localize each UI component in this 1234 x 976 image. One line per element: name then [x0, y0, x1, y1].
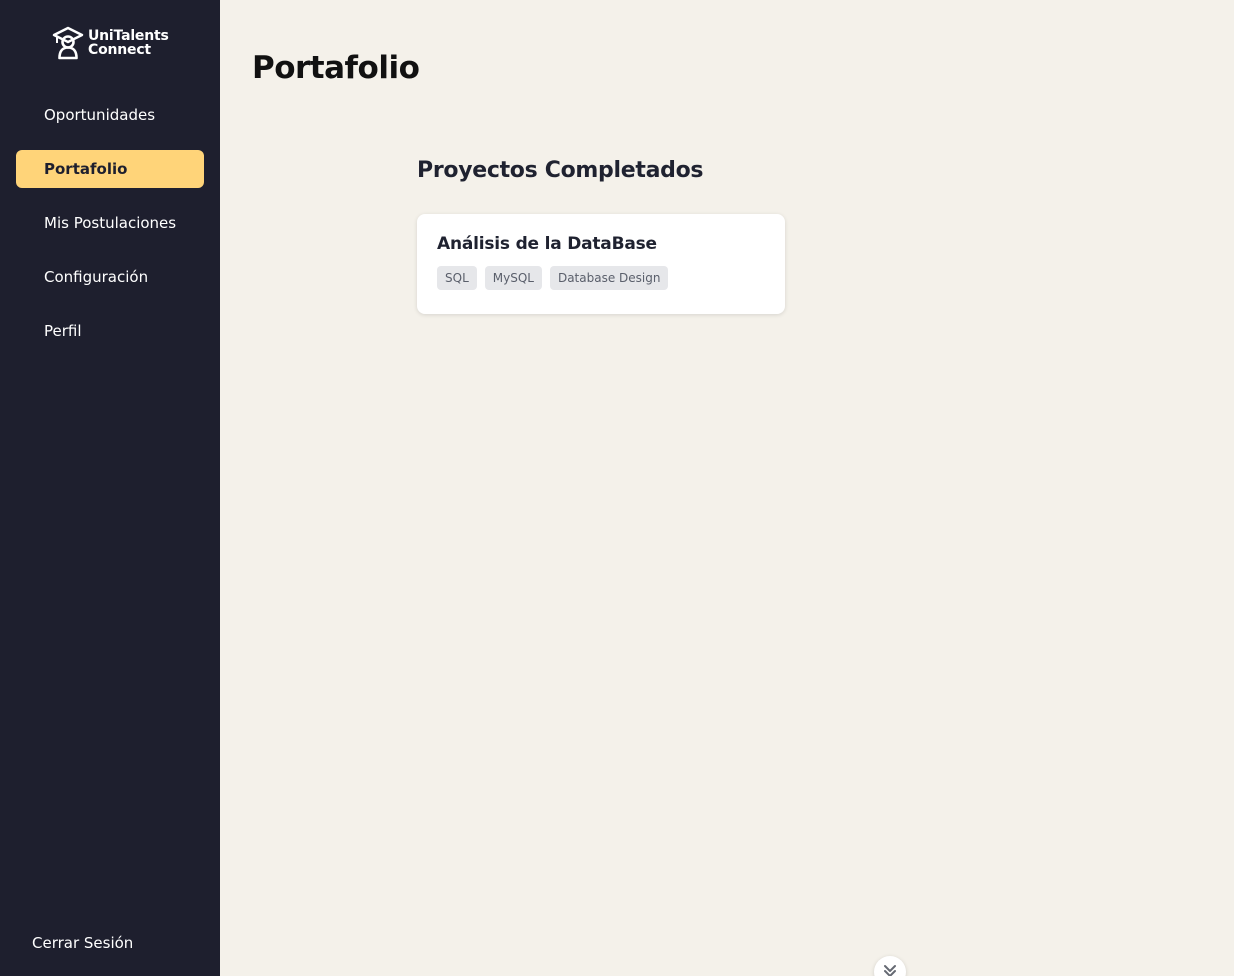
graduate-person-icon [52, 26, 84, 60]
logout-button[interactable]: Cerrar Sesión [32, 934, 133, 952]
sidebar-nav: Oportunidades Portafolio Mis Postulacion… [16, 96, 204, 366]
section-title: Proyectos Completados [417, 158, 704, 183]
logo-line-1: UniTalents [88, 28, 169, 44]
tag-mysql: MySQL [484, 266, 542, 290]
sidebar-item-perfil[interactable]: Perfil [16, 312, 204, 350]
tag-sql: SQL [437, 266, 477, 290]
logo-line-2: Connect [88, 42, 151, 58]
sidebar-item-oportunidades[interactable]: Oportunidades [16, 96, 204, 134]
project-card[interactable]: Análisis de la DataBase SQL MySQL Databa… [417, 214, 785, 314]
sidebar-item-mis-postulaciones[interactable]: Mis Postulaciones [16, 204, 204, 242]
scroll-down-button[interactable] [874, 956, 906, 976]
app-logo[interactable]: UniTalents Connect [52, 26, 169, 60]
logo-text: UniTalents Connect [88, 29, 169, 57]
sidebar: UniTalents Connect Oportunidades Portafo… [0, 0, 220, 976]
sidebar-item-portafolio[interactable]: Portafolio [16, 150, 204, 188]
project-title: Análisis de la DataBase [437, 234, 657, 254]
page-title: Portafolio [252, 50, 420, 86]
chevron-down-icon [884, 965, 896, 976]
project-tags: SQL MySQL Database Design [437, 266, 765, 290]
sidebar-item-configuracion[interactable]: Configuración [16, 258, 204, 296]
tag-database-design: Database Design [549, 266, 669, 290]
